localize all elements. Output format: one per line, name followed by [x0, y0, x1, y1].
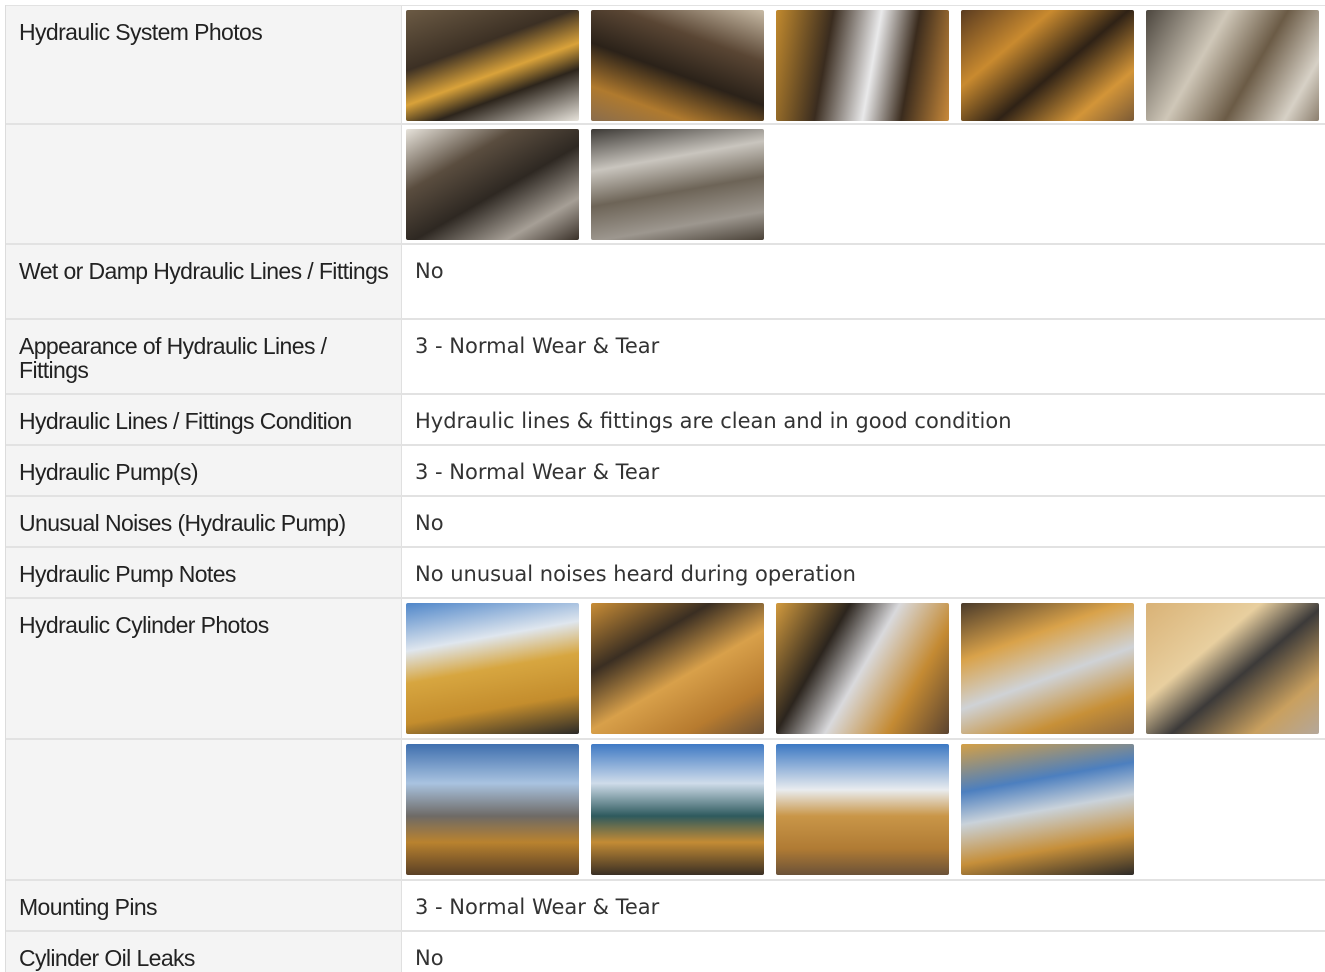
hydraulic-system-photo-6[interactable] [406, 129, 579, 240]
photo-gallery [402, 6, 1325, 123]
table-row: Mounting Pins 3 - Normal Wear & Tear [6, 881, 1325, 932]
photo-gallery [402, 599, 1325, 738]
row-value: 3 - Normal Wear & Tear [415, 460, 660, 484]
row-label: Unusual Noises (Hydraulic Pump) [6, 497, 402, 546]
row-label: Hydraulic Pump Notes [6, 548, 402, 597]
row-label: Appearance of Hydraulic Lines / Fittings [6, 320, 402, 393]
hydraulic-cylinder-photo-7[interactable] [591, 744, 764, 875]
row-value: No unusual noises heard during operation [415, 562, 856, 586]
hydraulic-cylinder-photo-1[interactable] [406, 603, 579, 734]
hydraulic-cylinder-photo-3[interactable] [776, 603, 949, 734]
row-value: No [415, 259, 444, 283]
table-row [6, 125, 1325, 245]
table-row: Hydraulic Cylinder Photos [6, 599, 1325, 740]
row-label: Wet or Damp Hydraulic Lines / Fittings [6, 245, 402, 318]
table-row: Wet or Damp Hydraulic Lines / Fittings No [6, 245, 1325, 320]
photo-gallery [402, 740, 1325, 879]
hydraulic-cylinder-photo-2[interactable] [591, 603, 764, 734]
hydraulic-system-photo-3[interactable] [776, 10, 949, 121]
row-label: Hydraulic Cylinder Photos [6, 599, 402, 738]
hydraulic-cylinder-photo-8[interactable] [776, 744, 949, 875]
hydraulic-cylinder-photo-4[interactable] [961, 603, 1134, 734]
inspection-table: Hydraulic System Photos Wet or Damp Hydra… [5, 5, 1325, 972]
hydraulic-system-photo-4[interactable] [961, 10, 1134, 121]
table-row [6, 740, 1325, 881]
row-label: Mounting Pins [6, 881, 402, 930]
row-value: 3 - Normal Wear & Tear [415, 334, 660, 358]
hydraulic-system-photo-1[interactable] [406, 10, 579, 121]
hydraulic-system-photo-5[interactable] [1146, 10, 1319, 121]
row-label [6, 740, 402, 879]
hydraulic-system-photo-2[interactable] [591, 10, 764, 121]
row-value: 3 - Normal Wear & Tear [415, 895, 660, 919]
row-label: Hydraulic Pump(s) [6, 446, 402, 495]
row-label [6, 125, 402, 243]
row-label: Hydraulic Lines / Fittings Condition [6, 395, 402, 444]
row-label: Cylinder Oil Leaks [6, 932, 402, 972]
hydraulic-cylinder-photo-6[interactable] [406, 744, 579, 875]
table-row: Hydraulic Lines / Fittings Condition Hydr… [6, 395, 1325, 446]
row-value: Hydraulic lines & fittings are clean and… [415, 409, 1012, 433]
table-row: Hydraulic Pump(s) 3 - Normal Wear & Tear [6, 446, 1325, 497]
table-row: Unusual Noises (Hydraulic Pump) No [6, 497, 1325, 548]
table-row: Cylinder Oil Leaks No [6, 932, 1325, 972]
hydraulic-system-photo-7[interactable] [591, 129, 764, 240]
table-row: Hydraulic Pump Notes No unusual noises he… [6, 548, 1325, 599]
row-value: No [415, 511, 444, 535]
hydraulic-cylinder-photo-5[interactable] [1146, 603, 1319, 734]
row-label: Hydraulic System Photos [6, 6, 402, 123]
photo-gallery [402, 125, 1325, 243]
hydraulic-cylinder-photo-9[interactable] [961, 744, 1134, 875]
row-value: No [415, 946, 444, 970]
table-row: Appearance of Hydraulic Lines / Fittings… [6, 320, 1325, 395]
table-row: Hydraulic System Photos [6, 5, 1325, 125]
